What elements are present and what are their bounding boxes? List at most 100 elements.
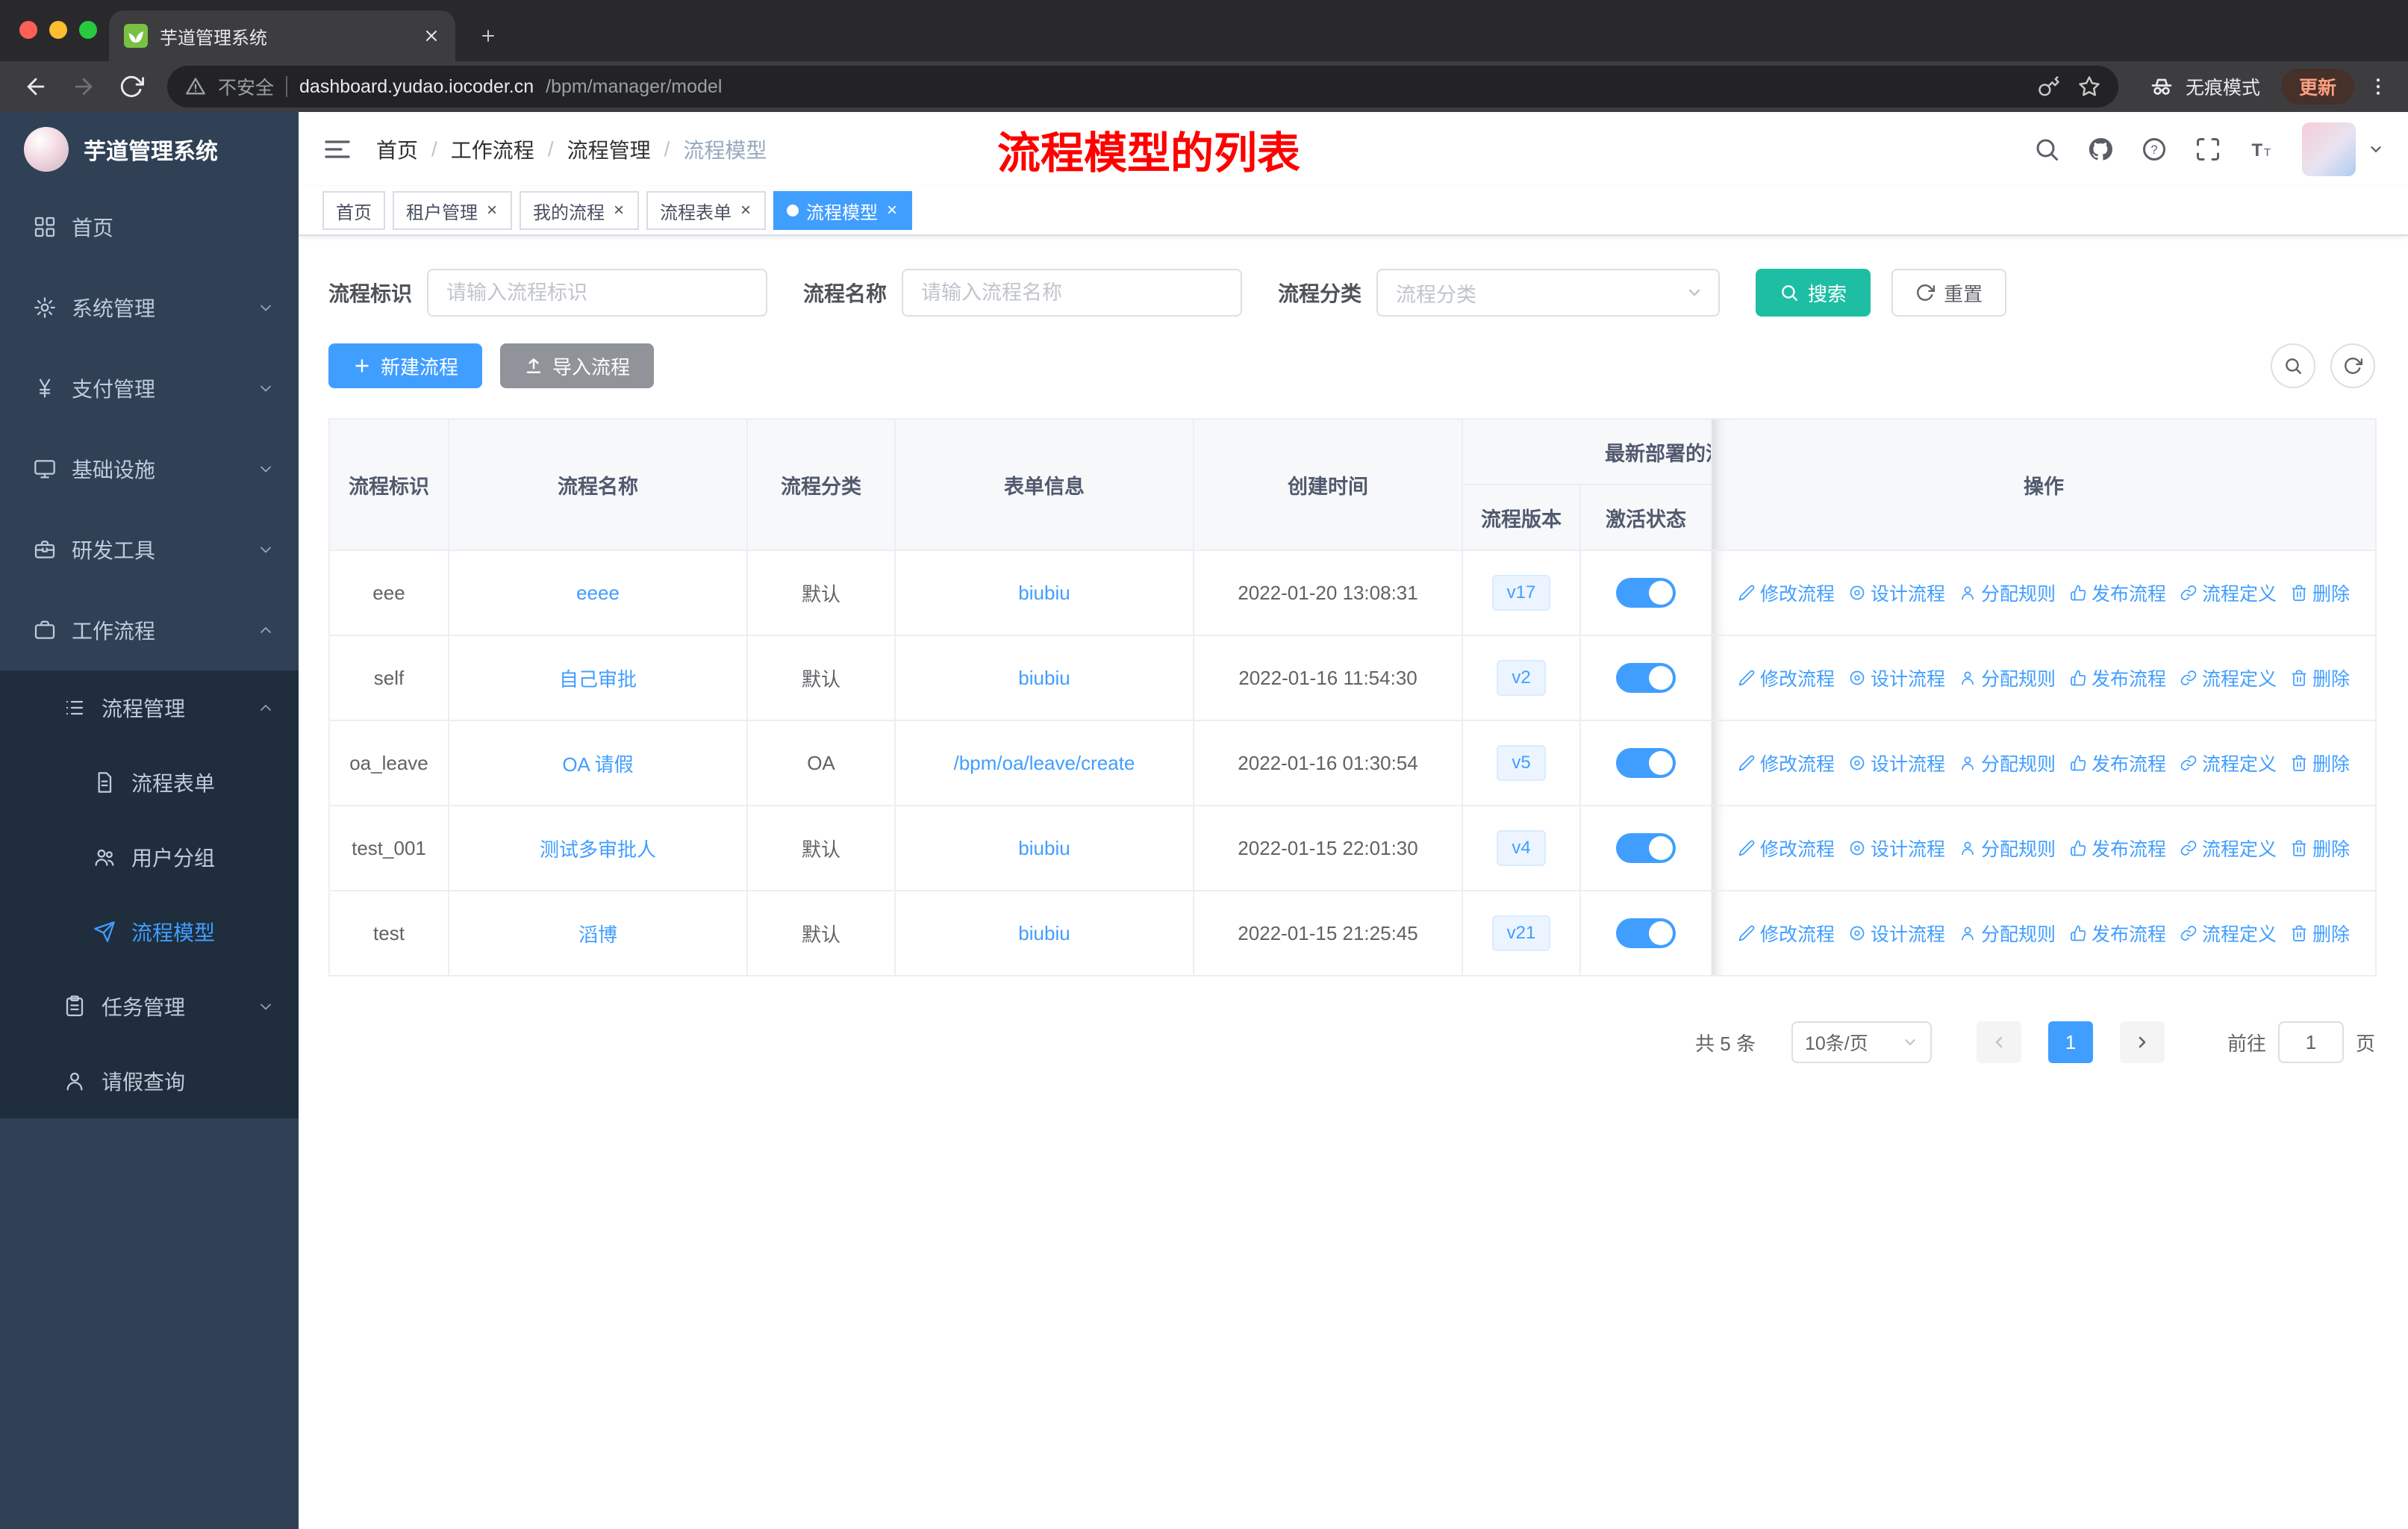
active-toggle[interactable] (1616, 578, 1676, 608)
form-info-link[interactable]: biubiu (1018, 837, 1070, 859)
sidebar-item-payment[interactable]: 支付管理 (0, 348, 299, 429)
action-publish-link[interactable]: 发布流程 (2069, 664, 2166, 691)
action-delete-link[interactable]: 删除 (2290, 920, 2350, 947)
filter-key-input[interactable] (427, 269, 768, 317)
action-publish-link[interactable]: 发布流程 (2069, 750, 2166, 776)
breadcrumb-item[interactable]: 工作流程 (451, 134, 534, 164)
help-icon[interactable]: ? (2141, 136, 2168, 163)
tags-view-tab[interactable]: 首页 (322, 191, 385, 230)
update-button[interactable]: 更新 (2280, 69, 2354, 105)
tags-view-tab[interactable]: 我的流程 × (520, 191, 640, 230)
action-assign-link[interactable]: 分配规则 (1959, 835, 2056, 862)
action-definition-link[interactable]: 流程定义 (2180, 750, 2277, 776)
close-icon[interactable]: × (612, 202, 626, 219)
key-icon[interactable] (2038, 75, 2060, 98)
zoom-window-button[interactable] (79, 21, 97, 39)
action-design-link[interactable]: 设计流程 (1848, 579, 1945, 606)
action-modify-link[interactable]: 修改流程 (1738, 835, 1835, 862)
tags-view-tab[interactable]: 租户管理 × (393, 191, 513, 230)
page-number-button[interactable]: 1 (2047, 1021, 2093, 1063)
next-page-button[interactable] (2119, 1021, 2165, 1063)
new-tab-button[interactable] (467, 15, 509, 57)
page-size-select[interactable]: 10条/页 (1791, 1021, 1932, 1063)
close-icon[interactable]: × (739, 202, 752, 219)
action-assign-link[interactable]: 分配规则 (1959, 750, 2056, 776)
tab-close-icon[interactable] (422, 27, 440, 45)
active-toggle[interactable] (1616, 663, 1676, 693)
filter-name-input[interactable] (902, 269, 1243, 317)
tags-view-tab[interactable]: 流程模型 × (773, 191, 913, 230)
sidebar-item-task-mgmt[interactable]: 任务管理 (0, 969, 299, 1044)
create-process-button[interactable]: 新建流程 (328, 343, 483, 388)
action-publish-link[interactable]: 发布流程 (2069, 579, 2166, 606)
reload-icon[interactable] (110, 66, 152, 108)
sidebar-item-system[interactable]: 系统管理 (0, 267, 299, 348)
sidebar-item-process-mgmt[interactable]: 流程管理 (0, 670, 299, 745)
action-definition-link[interactable]: 流程定义 (2180, 920, 2277, 947)
filter-category-select[interactable]: 流程分类 (1376, 269, 1721, 317)
search-button[interactable]: 搜索 (1756, 269, 1871, 317)
active-toggle[interactable] (1616, 748, 1676, 778)
sidebar-item-workflow[interactable]: 工作流程 (0, 590, 299, 670)
form-info-link[interactable]: /bpm/oa/leave/create (954, 752, 1135, 774)
app-logo[interactable]: 芋道管理系统 (0, 112, 299, 187)
active-toggle[interactable] (1616, 918, 1676, 948)
forward-icon[interactable] (63, 66, 105, 108)
action-definition-link[interactable]: 流程定义 (2180, 664, 2277, 691)
process-name-link[interactable]: 测试多审批人 (540, 838, 656, 861)
action-design-link[interactable]: 设计流程 (1848, 835, 1945, 862)
action-modify-link[interactable]: 修改流程 (1738, 579, 1835, 606)
sidebar-item-process-form[interactable]: 流程表单 (0, 745, 299, 820)
minimize-window-button[interactable] (49, 21, 67, 39)
action-design-link[interactable]: 设计流程 (1848, 664, 1945, 691)
action-assign-link[interactable]: 分配规则 (1959, 920, 2056, 947)
user-avatar[interactable] (2302, 122, 2356, 176)
action-assign-link[interactable]: 分配规则 (1959, 579, 2056, 606)
form-info-link[interactable]: biubiu (1018, 922, 1070, 944)
action-delete-link[interactable]: 删除 (2290, 664, 2350, 691)
close-window-button[interactable] (19, 21, 37, 39)
goto-page-input[interactable] (2277, 1021, 2344, 1063)
tags-view-tab[interactable]: 流程表单 × (646, 191, 767, 230)
refresh-table-button[interactable] (2330, 343, 2375, 388)
action-definition-link[interactable]: 流程定义 (2180, 579, 2277, 606)
sidebar-item-infrastructure[interactable]: 基础设施 (0, 429, 299, 509)
process-name-link[interactable]: 滔博 (578, 924, 617, 946)
prev-page-button[interactable] (1976, 1021, 2021, 1063)
action-assign-link[interactable]: 分配规则 (1959, 664, 2056, 691)
sidebar-item-process-model[interactable]: 流程模型 (0, 894, 299, 969)
breadcrumb-item[interactable]: 流程管理 (567, 134, 651, 164)
form-info-link[interactable]: biubiu (1018, 667, 1070, 689)
action-publish-link[interactable]: 发布流程 (2069, 835, 2166, 862)
breadcrumb-item[interactable]: 首页 (376, 134, 418, 164)
github-icon[interactable] (2087, 136, 2114, 163)
action-modify-link[interactable]: 修改流程 (1738, 664, 1835, 691)
action-modify-link[interactable]: 修改流程 (1738, 920, 1835, 947)
action-modify-link[interactable]: 修改流程 (1738, 750, 1835, 776)
sidebar-item-devtools[interactable]: 研发工具 (0, 509, 299, 590)
bookmark-star-icon[interactable] (2078, 75, 2100, 98)
sidebar-collapse-icon[interactable] (322, 134, 352, 164)
action-definition-link[interactable]: 流程定义 (2180, 835, 2277, 862)
action-delete-link[interactable]: 删除 (2290, 835, 2350, 862)
sidebar-item-leave-query[interactable]: 请假查询 (0, 1044, 299, 1118)
action-delete-link[interactable]: 删除 (2290, 750, 2350, 776)
toggle-search-button[interactable] (2271, 343, 2315, 388)
form-info-link[interactable]: biubiu (1018, 582, 1070, 604)
action-design-link[interactable]: 设计流程 (1848, 750, 1945, 776)
import-process-button[interactable]: 导入流程 (500, 343, 655, 388)
close-icon[interactable]: × (485, 202, 499, 219)
process-name-link[interactable]: OA 请假 (562, 753, 633, 776)
process-name-link[interactable]: 自己审批 (559, 668, 637, 691)
action-delete-link[interactable]: 删除 (2290, 579, 2350, 606)
browser-tab[interactable]: 芋道管理系统 (109, 10, 455, 61)
reset-button[interactable]: 重置 (1891, 269, 2007, 317)
action-design-link[interactable]: 设计流程 (1848, 920, 1945, 947)
font-size-icon[interactable]: TT (2248, 136, 2275, 163)
browser-menu-icon[interactable] (2363, 66, 2393, 108)
process-name-link[interactable]: eeee (576, 582, 620, 604)
search-icon[interactable] (2033, 136, 2060, 163)
close-icon[interactable]: × (885, 202, 899, 219)
action-publish-link[interactable]: 发布流程 (2069, 920, 2166, 947)
address-bar[interactable]: 不安全 dashboard.yudao.iocoder.cn /bpm/mana… (167, 66, 2118, 108)
